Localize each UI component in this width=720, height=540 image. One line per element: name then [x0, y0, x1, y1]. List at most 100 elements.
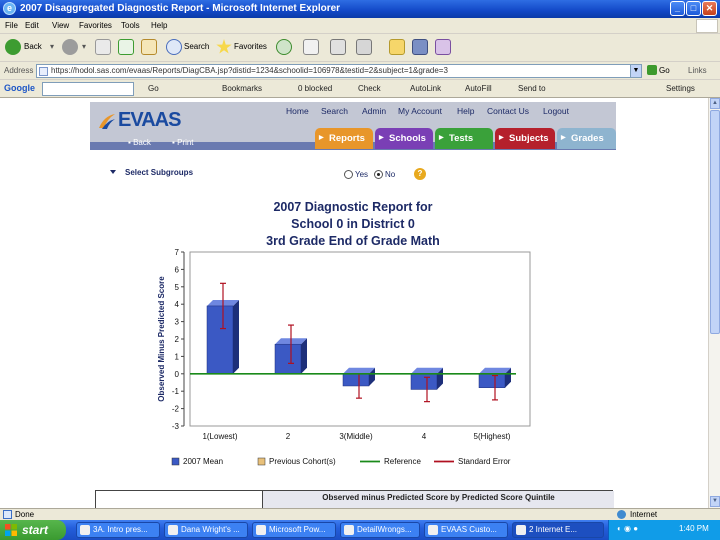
back-button-label[interactable]: Back — [24, 42, 42, 51]
subgroups-no-radio[interactable] — [374, 170, 383, 179]
y-tick-label: 3 — [175, 318, 180, 327]
google-check-button[interactable]: Check — [358, 84, 381, 93]
google-autofill-button[interactable]: AutoFill — [465, 84, 492, 93]
folder-icon[interactable] — [389, 39, 405, 55]
tab-grades[interactable]: Grades — [557, 128, 616, 149]
legend-label: Previous Cohort(s) — [269, 457, 336, 466]
menu-help[interactable]: Help — [151, 21, 167, 30]
tab-tests[interactable]: Tests — [435, 128, 493, 149]
scroll-down-icon[interactable]: ▼ — [710, 496, 720, 507]
bar-side — [301, 338, 307, 374]
menu-file[interactable]: File — [5, 21, 18, 30]
menu-view[interactable]: View — [52, 21, 69, 30]
subgroups-yes-radio[interactable] — [344, 170, 353, 179]
select-subgroups[interactable]: Select Subgroups — [110, 168, 193, 177]
y-tick-label: -3 — [172, 422, 180, 431]
x-tick-label: 2 — [286, 432, 291, 441]
taskbar-item-2[interactable]: Dana Wright's ... — [164, 522, 248, 538]
google-settings-button[interactable]: Settings — [666, 84, 695, 93]
nav-home-link[interactable]: Home — [286, 106, 309, 116]
menu-tools[interactable]: Tools — [121, 21, 140, 30]
page-icon — [39, 67, 48, 76]
dropdown-arrow-icon — [110, 170, 116, 174]
print-link-label: Print — [177, 138, 194, 147]
task-icon — [256, 525, 266, 535]
back-arrow-icon[interactable] — [5, 39, 21, 55]
taskbar-item-1[interactable]: 3A. Intro pres... — [76, 522, 160, 538]
back-dropdown-icon[interactable]: ▾ — [50, 42, 54, 51]
taskbar-item-4[interactable]: DetailWrongs... — [340, 522, 420, 538]
search-icon[interactable] — [166, 39, 182, 55]
google-logo: Google — [4, 83, 35, 93]
address-url[interactable]: https://hodol.sas.com/evaas/Reports/Diag… — [51, 66, 448, 75]
nav-help-link[interactable]: Help — [457, 106, 474, 116]
menu-favorites[interactable]: Favorites — [79, 21, 112, 30]
legend-label: 2007 Mean — [183, 457, 223, 466]
window-title-bar[interactable]: e 2007 Disaggregated Diagnostic Report -… — [0, 0, 720, 18]
print-icon[interactable] — [330, 39, 346, 55]
nav-admin-link[interactable]: Admin — [362, 106, 386, 116]
start-button[interactable]: start — [0, 520, 66, 540]
google-popup-blocker[interactable]: 0 blocked — [298, 84, 332, 93]
help-icon[interactable]: ? — [414, 168, 426, 180]
plot-area — [189, 251, 531, 427]
menu-edit[interactable]: Edit — [25, 21, 39, 30]
google-search-input[interactable] — [42, 82, 134, 96]
favorites-button-label[interactable]: Favorites — [234, 42, 267, 51]
taskbar-item-6[interactable]: 2 Internet E... — [512, 522, 604, 538]
go-label: Go — [659, 66, 670, 75]
edit-icon[interactable] — [356, 39, 372, 55]
y-tick-label: 0 — [175, 370, 180, 379]
messenger-icon[interactable] — [412, 39, 428, 55]
minimize-button[interactable]: _ — [670, 1, 685, 16]
tab-subjects[interactable]: Subjects — [495, 128, 555, 149]
x-tick-label: 5(Highest) — [474, 432, 511, 441]
address-input[interactable]: https://hodol.sas.com/evaas/Reports/Diag… — [36, 64, 642, 78]
back-link-label: Back — [133, 138, 151, 147]
refresh-icon[interactable] — [118, 39, 134, 55]
tab-reports[interactable]: Reports — [315, 128, 373, 149]
go-button[interactable]: Go — [647, 65, 670, 75]
links-button[interactable]: Links — [688, 66, 707, 75]
bar — [342, 373, 370, 387]
favorites-star-icon[interactable] — [216, 39, 232, 54]
y-tick-label: 6 — [175, 265, 180, 274]
tab-reports-label: Reports — [329, 133, 365, 144]
nav-logout-link[interactable]: Logout — [543, 106, 569, 116]
print-link[interactable]: ▪ Print — [172, 138, 194, 147]
legend-swatch — [257, 457, 266, 466]
history-icon[interactable] — [276, 39, 292, 55]
google-bookmarks-button[interactable]: Bookmarks — [222, 84, 262, 93]
stop-icon[interactable] — [95, 39, 111, 55]
back-link[interactable]: ▪ Back — [128, 138, 151, 147]
address-dropdown-icon[interactable]: ▼ — [630, 64, 642, 78]
evaas-logo[interactable]: EVAAS — [99, 109, 181, 132]
forward-arrow-icon[interactable] — [62, 39, 78, 55]
taskbar-item-3[interactable]: Microsoft Pow... — [252, 522, 336, 538]
scroll-up-icon[interactable]: ▲ — [710, 98, 720, 109]
nav-search-link[interactable]: Search — [321, 106, 348, 116]
taskbar: start 3A. Intro pres... Dana Wright's ..… — [0, 520, 720, 540]
google-sendto-button[interactable]: Send to — [518, 84, 546, 93]
taskbar-item-label: DetailWrongs... — [357, 525, 412, 534]
search-button-label[interactable]: Search — [184, 42, 209, 51]
scroll-thumb[interactable] — [710, 110, 720, 334]
research-icon[interactable] — [435, 39, 451, 55]
nav-my-account-link[interactable]: My Account — [398, 106, 442, 116]
google-autolink-button[interactable]: AutoLink — [410, 84, 441, 93]
vertical-scrollbar[interactable]: ▲ ▼ — [708, 98, 720, 508]
close-button[interactable]: ✕ — [702, 1, 717, 16]
x-tick-label: 4 — [422, 432, 427, 441]
diagnostic-chart: 7 6 5 4 3 2 1 0 -1 -2 -3 Observed Minus Predicted S… — [157, 248, 531, 466]
nav-contact-link[interactable]: Contact Us — [487, 106, 529, 116]
home-icon[interactable] — [141, 39, 157, 55]
google-go-button[interactable]: Go — [148, 84, 159, 93]
tab-schools[interactable]: Schools — [375, 128, 433, 149]
y-axis-label: Observed Minus Predicted Score — [157, 276, 166, 402]
maximize-button[interactable]: □ — [686, 1, 701, 16]
legend-label: Reference — [384, 457, 421, 466]
mail-icon[interactable] — [303, 39, 319, 55]
tray-icons[interactable]: ◐ ◉ ● — [617, 524, 638, 533]
forward-dropdown-icon[interactable]: ▾ — [82, 42, 86, 51]
taskbar-item-5[interactable]: EVAAS Custo... — [424, 522, 508, 538]
